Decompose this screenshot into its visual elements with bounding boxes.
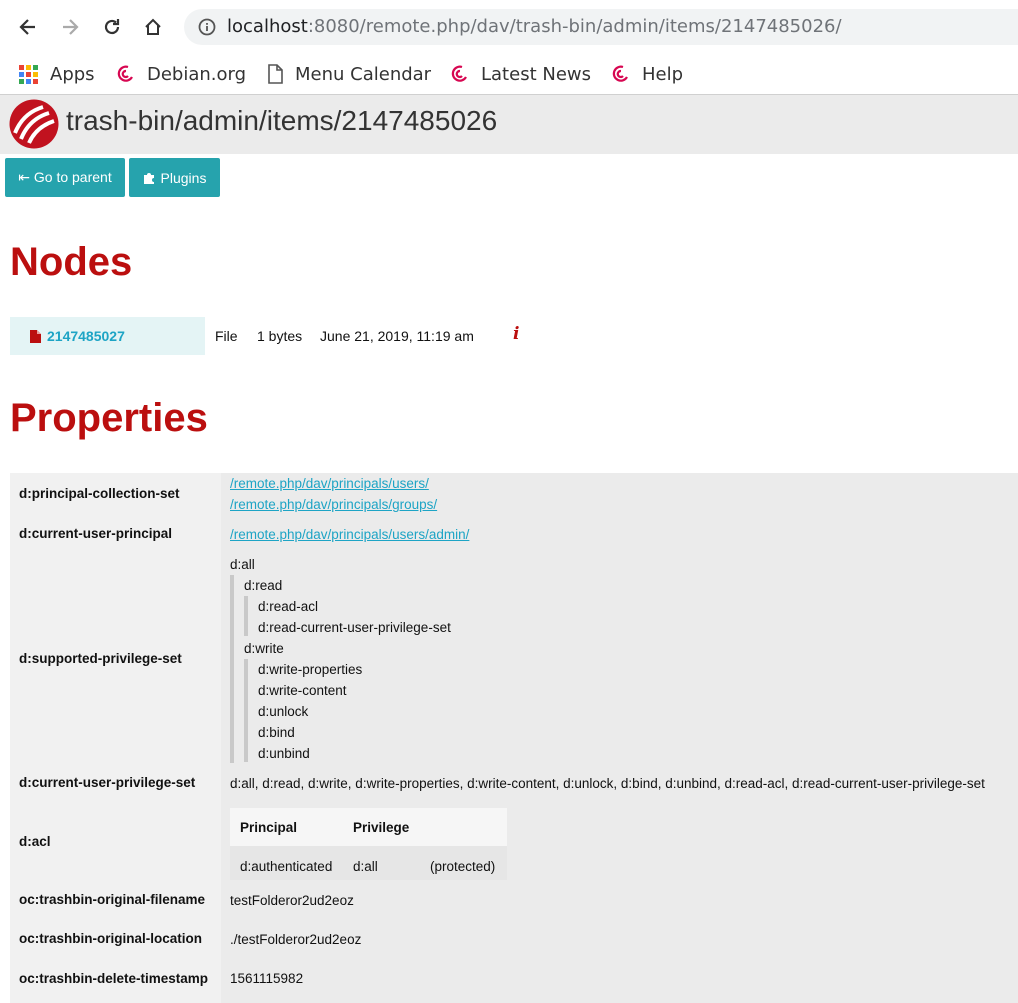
bookmark-menu-calendar[interactable]: Menu Calendar [266,54,431,94]
properties-table: d:principal-collection-set /remote.php/d… [10,473,1018,1003]
tree-divider [244,596,248,636]
info-icon[interactable] [198,18,216,41]
property-key: oc:trashbin-delete-timestamp [10,958,221,1003]
plugins-button[interactable]: Plugins [129,158,220,197]
property-value: d:all, d:read, d:write, d:write-properti… [221,763,1018,802]
privilege-item: d:bind [258,725,295,740]
bookmark-debian[interactable]: Debian.org [116,54,246,94]
back-arrow-icon [19,19,35,35]
privilege-item: d:read-acl [258,599,319,614]
reload-button[interactable] [97,12,127,42]
debian-swirl-icon [611,64,631,84]
property-value: 1561115982 [221,958,1018,1003]
acl-header-privilege: Privilege [353,820,410,835]
forward-arrow-icon [63,19,79,35]
acl-protected: (protected) [430,859,496,874]
property-value: Principal Privilege d:authenticated d:al… [221,802,1018,886]
tree-divider [230,575,234,763]
page-title: trash-bin/admin/items/2147485026 [66,105,498,136]
page-icon [266,64,284,84]
property-value: /remote.php/dav/principals/users/ /remot… [221,473,1018,514]
info-icon[interactable]: i [513,324,519,344]
node-link[interactable]: 2147485027 [47,328,125,344]
property-value: testFolderor2ud2eoz [221,880,1018,919]
bookmark-label: Help [642,63,684,85]
home-button[interactable] [138,12,168,42]
privilege-item: d:unbind [258,746,310,761]
table-row: d:principal-collection-set /remote.php/d… [10,473,1018,514]
admin-principal-link[interactable]: /remote.php/dav/principals/users/admin/ [230,527,469,542]
property-key: d:principal-collection-set [10,473,221,514]
property-key: oc:trashbin-original-location [10,919,221,958]
home-icon [145,18,161,35]
node-type: File [215,328,238,344]
browser-toolbar: localhost:8080/remote.php/dav/trash-bin/… [0,0,1018,54]
bookmark-label: Latest News [481,63,591,85]
bookmark-latest-news[interactable]: Latest News [450,54,591,94]
privilege-item: d:read-current-user-privilege-set [258,620,451,635]
reload-icon [104,19,120,35]
original-location-value: ./testFolderor2ud2eoz [230,932,362,947]
privilege-item: d:write-properties [258,662,363,677]
property-key: d:current-user-privilege-set [10,763,221,802]
table-row: oc:trashbin-original-location ./testFold… [10,919,1018,958]
apps-grid-icon [18,64,39,85]
node-name-cell: 2147485027 [10,317,205,355]
bookmark-apps[interactable]: Apps [18,54,95,94]
property-key: oc:trashbin-original-filename [10,880,221,919]
nodes-heading: Nodes [10,240,133,284]
delete-timestamp-value: 1561115982 [230,971,304,986]
table-row: oc:trashbin-delete-timestamp 1561115982 [10,958,1018,1003]
privilege-root: d:all [230,557,255,572]
page-header: trash-bin/admin/items/2147485026 [0,95,1018,154]
node-modified: June 21, 2019, 11:19 am [320,328,474,344]
table-row: d:supported-privilege-set d:all d:read d… [10,553,1018,763]
original-filename-value: testFolderor2ud2eoz [230,893,354,908]
acl-privilege: d:all [353,859,378,874]
debian-swirl-icon [450,64,470,84]
property-key: d:acl [10,802,221,880]
privilege-item: d:unlock [258,704,309,719]
acl-table: Principal Privilege d:authenticated d:al… [230,808,507,886]
sabredav-logo-icon [9,99,59,154]
acl-header-principal: Principal [240,820,298,835]
url-path: :8080/remote.php/dav/trash-bin/admin/ite… [307,16,842,37]
property-key: d:current-user-principal [10,514,221,553]
principals-users-link[interactable]: /remote.php/dav/principals/users/ [230,476,429,491]
property-value: ./testFolderor2ud2eoz [221,919,1018,958]
table-row: d:acl Principal Privilege d:authenticate… [10,802,1018,886]
privilege-tree: d:all d:read d:read-acl d:read-current-u… [221,553,1018,763]
plugins-label: Plugins [160,169,207,186]
tree-divider [244,659,248,762]
privilege-read: d:read [244,578,283,593]
acl-principal: d:authenticated [240,859,333,874]
property-value: /remote.php/dav/principals/users/admin/ [221,514,1018,553]
properties-heading: Properties [10,396,208,440]
url-text[interactable]: localhost:8080/remote.php/dav/trash-bin/… [227,16,842,37]
back-button[interactable] [13,12,43,42]
bookmark-help[interactable]: Help [611,54,683,94]
address-bar[interactable]: localhost:8080/remote.php/dav/trash-bin/… [184,9,1018,45]
table-row: d:current-user-principal /remote.php/dav… [10,514,1018,553]
forward-button[interactable] [55,12,85,42]
principals-groups-link[interactable]: /remote.php/dav/principals/groups/ [230,497,437,512]
go-to-parent-button[interactable]: ⇤ Go to parent [5,158,125,197]
bookmark-label: Menu Calendar [295,63,432,85]
bookmark-label: Apps [50,63,95,85]
property-key: d:supported-privilege-set [10,553,221,763]
node-size: 1 bytes [257,328,303,344]
privilege-item: d:write-content [258,683,347,698]
privilege-write: d:write [244,641,284,656]
url-host: localhost [227,16,308,37]
bookmarks-bar: Apps Debian.org Menu Calendar Latest New… [0,54,1018,95]
table-row: oc:trashbin-original-filename testFolder… [10,880,1018,919]
file-icon [30,329,41,343]
puzzle-icon [143,171,156,184]
go-to-parent-label: ⇤ Go to parent [18,169,112,185]
table-row: d:current-user-privilege-set d:all, d:re… [10,763,1018,802]
bookmark-label: Debian.org [147,63,247,85]
debian-swirl-icon [116,64,136,84]
privilege-list: d:all, d:read, d:write, d:write-properti… [230,776,985,791]
